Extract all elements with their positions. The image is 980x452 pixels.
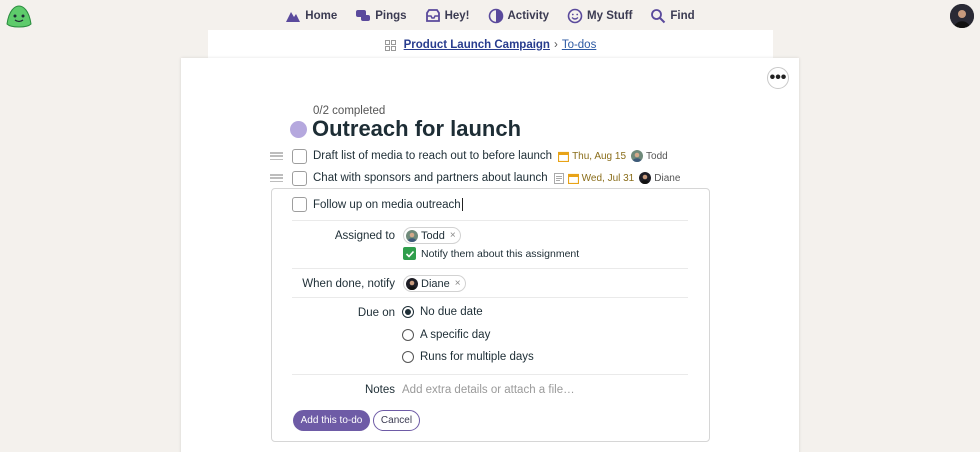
assignee-chip[interactable]: Todd ×	[403, 227, 461, 244]
notes-icon	[553, 172, 564, 184]
remove-notify-icon[interactable]: ×	[455, 278, 461, 289]
add-todo-button[interactable]: Add this to-do	[293, 410, 370, 431]
page-title: Outreach for launch	[312, 116, 522, 141]
nav-home[interactable]: Home	[285, 8, 337, 24]
list-item: Chat with sponsors and partners about la…	[270, 169, 680, 187]
nav-find[interactable]: Find	[650, 8, 695, 24]
radio-button[interactable]	[402, 351, 414, 363]
more-options-button[interactable]: •••	[767, 67, 789, 89]
text-caret	[461, 198, 463, 211]
calendar-icon	[558, 151, 570, 162]
breadcrumb-project-link[interactable]: Product Launch Campaign	[404, 39, 550, 51]
avatar	[631, 150, 644, 162]
todo-title[interactable]: Draft list of media to reach out to befo…	[313, 150, 552, 162]
nav-my-stuff[interactable]: My Stuff	[567, 8, 632, 24]
assigned-to-label: Assigned to	[334, 230, 395, 242]
nav-hey[interactable]: Hey!	[425, 8, 470, 24]
notify-assignment-label: Notify them about this assignment	[421, 247, 580, 260]
todo-checkbox[interactable]	[292, 197, 307, 212]
due-option-label: No due date	[420, 306, 483, 318]
due-option-specific-day[interactable]: A specific day	[402, 329, 490, 341]
when-done-label: When done, notify	[302, 278, 395, 290]
top-nav: Home Pings Hey! Activity My Stuff Find	[0, 0, 980, 32]
avatar	[406, 229, 418, 242]
avatar	[406, 277, 418, 290]
drag-handle[interactable]	[270, 152, 283, 160]
todo-due-date: Thu, Aug 15	[572, 150, 627, 162]
nav-pings-label: Pings	[375, 10, 407, 22]
mountain-icon	[286, 12, 301, 22]
pie-chart-icon	[488, 8, 503, 24]
remove-assignee-icon[interactable]: ×	[450, 230, 456, 241]
todo-title[interactable]: Chat with sponsors and partners about la…	[313, 172, 548, 184]
radio-button[interactable]	[402, 306, 414, 318]
todo-checkbox[interactable]	[292, 148, 307, 164]
nav-my-stuff-label: My Stuff	[587, 10, 633, 22]
notes-input[interactable]	[402, 382, 682, 398]
breadcrumb: Product Launch Campaign › To-dos	[208, 30, 773, 60]
divider	[292, 297, 688, 298]
profile-avatar[interactable]	[950, 4, 974, 28]
calendar-icon	[567, 173, 579, 184]
inbox-tray-icon	[425, 9, 440, 22]
divider	[292, 374, 688, 375]
notify-assignment-checkbox-row[interactable]: Notify them about this assignment	[403, 247, 579, 260]
due-on-label: Due on	[357, 307, 395, 319]
divider	[292, 220, 688, 221]
list-item: Draft list of media to reach out to befo…	[270, 147, 668, 165]
new-todo-title-value[interactable]: Follow up on media outreach	[313, 199, 461, 211]
avatar	[639, 172, 652, 184]
notes-label: Notes	[364, 384, 395, 396]
nav-home-label: Home	[305, 10, 338, 22]
due-option-label: Runs for multiple days	[420, 351, 534, 363]
nav-pings[interactable]: Pings	[355, 8, 407, 24]
todo-assignee: Diane	[654, 172, 681, 184]
todo-due-date: Wed, Jul 31	[581, 172, 635, 184]
todo-assignee: Todd	[646, 150, 668, 162]
cancel-button[interactable]: Cancel	[373, 410, 420, 431]
drag-handle[interactable]	[270, 174, 283, 182]
divider	[292, 268, 688, 269]
nav-hey-label: Hey!	[444, 10, 470, 22]
checkmark-icon	[405, 250, 414, 258]
breadcrumb-separator: ›	[553, 39, 558, 51]
smiley-face-icon	[567, 8, 583, 24]
nav-find-label: Find	[670, 10, 695, 22]
magnifier-icon	[651, 9, 666, 24]
chat-bubbles-icon	[356, 10, 371, 21]
due-option-none[interactable]: No due date	[402, 306, 483, 318]
due-option-multiple-days[interactable]: Runs for multiple days	[402, 351, 534, 363]
project-grid-icon	[384, 39, 396, 51]
notify-chip[interactable]: Diane ×	[403, 275, 466, 292]
new-todo-title-field[interactable]: Follow up on media outreach	[292, 197, 463, 212]
nav-activity-label: Activity	[507, 10, 550, 22]
radio-button[interactable]	[402, 329, 414, 341]
list-color-dot	[290, 121, 307, 138]
todo-checkbox[interactable]	[292, 170, 307, 186]
notify-checkbox[interactable]	[403, 247, 416, 260]
notify-chip-label: Diane	[421, 277, 450, 290]
breadcrumb-todos-link[interactable]: To-dos	[562, 39, 597, 51]
assignee-chip-label: Todd	[421, 229, 445, 242]
due-option-label: A specific day	[420, 329, 491, 341]
nav-activity[interactable]: Activity	[488, 8, 550, 24]
